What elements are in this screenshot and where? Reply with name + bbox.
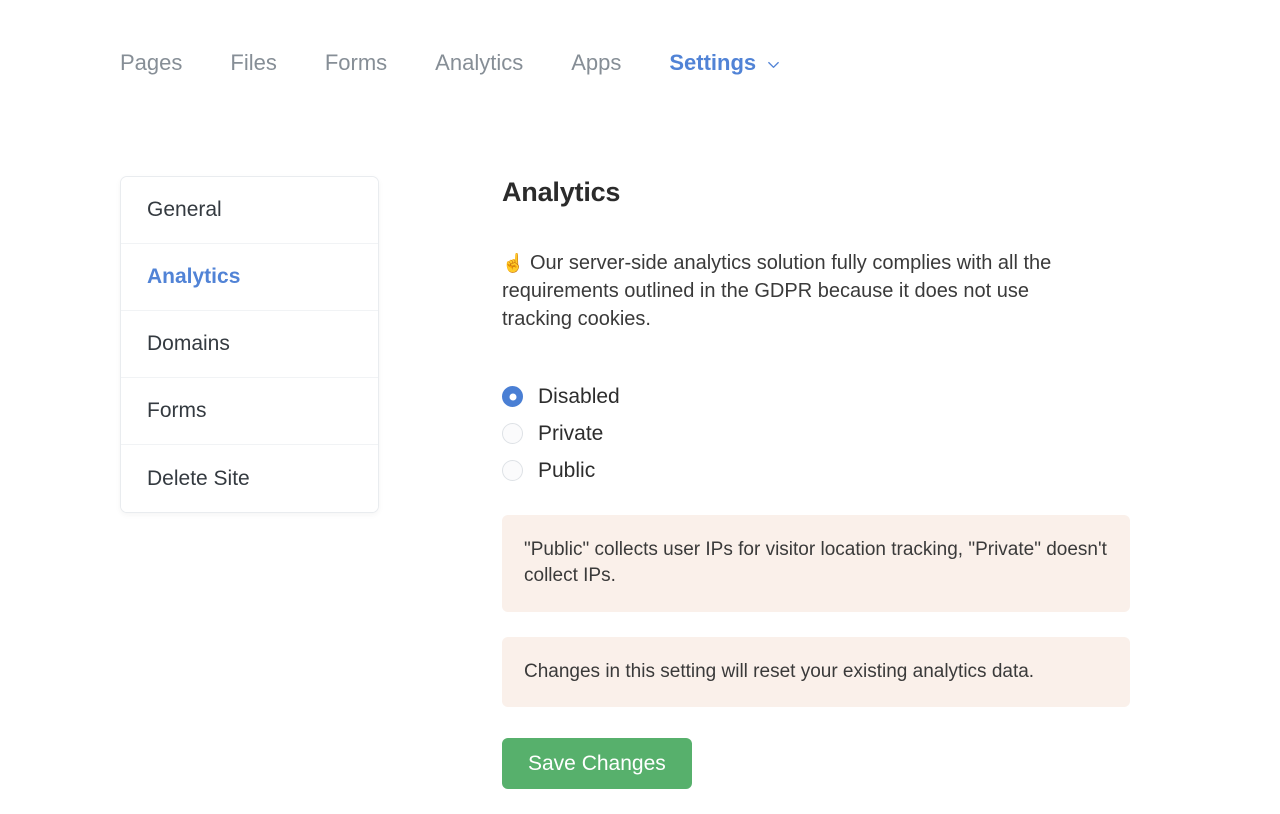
gdpr-notice-body: Our server-side analytics solution fully… (502, 252, 1052, 330)
sidebar-item-domains[interactable]: Domains (121, 311, 378, 378)
radio-button-disabled[interactable] (502, 386, 523, 408)
radio-label-private: Private (538, 422, 604, 446)
sidebar-item-delete-site[interactable]: Delete Site (121, 445, 378, 512)
gdpr-notice-text: ☝️ Our server-side analytics solution fu… (502, 208, 1082, 333)
radio-label-public: Public (538, 459, 596, 483)
nav-item-analytics[interactable]: Analytics (435, 52, 523, 74)
sidebar-item-label: Delete Site (147, 466, 250, 490)
analytics-mode-radio-group: Disabled Private Public (502, 378, 1130, 489)
save-changes-button[interactable]: Save Changes (502, 737, 692, 789)
ip-collection-notice: "Public" collects user IPs for visitor l… (502, 515, 1130, 612)
top-navigation: Pages Files Forms Analytics Apps Setting… (120, 52, 781, 74)
radio-option-public[interactable]: Public (502, 452, 1130, 489)
radio-option-private[interactable]: Private (502, 415, 1130, 452)
radio-button-private[interactable] (502, 423, 523, 445)
sidebar-item-label: Domains (147, 332, 230, 355)
sidebar-item-forms[interactable]: Forms (121, 378, 378, 445)
radio-option-disabled[interactable]: Disabled (502, 378, 1130, 415)
radio-button-public[interactable] (502, 460, 523, 482)
nav-item-pages[interactable]: Pages (120, 52, 182, 74)
nav-item-forms[interactable]: Forms (325, 52, 387, 74)
nav-item-settings-label: Settings (669, 50, 757, 75)
data-reset-notice: Changes in this setting will reset your … (502, 636, 1130, 707)
nav-item-apps[interactable]: Apps (571, 52, 621, 74)
settings-sidebar: General Analytics Domains Forms Delete S… (120, 176, 379, 513)
radio-label-disabled: Disabled (538, 385, 620, 409)
sidebar-item-label: Forms (147, 399, 207, 422)
sidebar-item-analytics[interactable]: Analytics (121, 244, 378, 311)
chevron-down-icon (766, 57, 781, 72)
sidebar-item-label: General (147, 198, 222, 221)
sidebar-item-label: Analytics (147, 265, 241, 288)
nav-item-files[interactable]: Files (230, 52, 276, 74)
page-title: Analytics (502, 177, 621, 207)
point-up-emoji-icon: ☝️ (502, 253, 525, 274)
sidebar-item-general[interactable]: General (121, 177, 378, 244)
analytics-settings-panel: Analytics ☝️ Our server-side analytics s… (502, 176, 1130, 789)
nav-item-settings[interactable]: Settings (669, 52, 781, 74)
